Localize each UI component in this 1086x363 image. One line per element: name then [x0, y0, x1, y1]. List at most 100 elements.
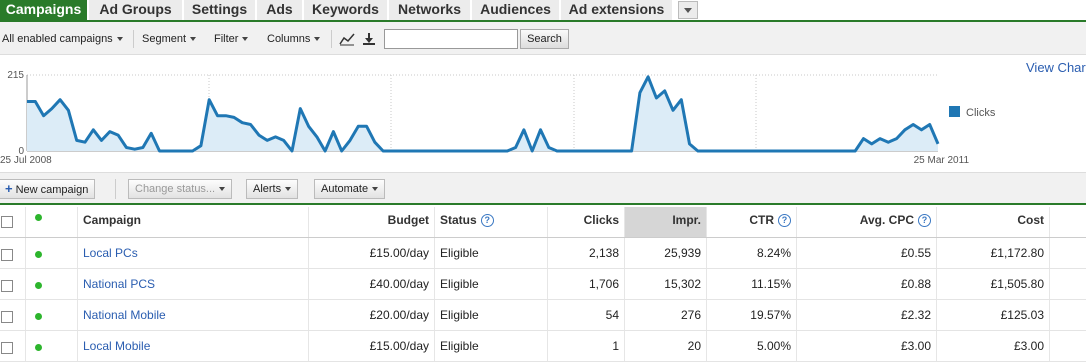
row-checkbox[interactable]: [1, 342, 13, 354]
clicks-series-line: [27, 75, 940, 153]
row-status-cell: [26, 238, 78, 268]
campaign-filter-select[interactable]: All enabled campaigns: [2, 33, 123, 45]
tab-campaigns[interactable]: Campaigns: [0, 0, 88, 20]
more-tabs-dropdown[interactable]: [678, 1, 698, 19]
row-checkbox-cell: [0, 269, 26, 299]
header-ctr-label: CTR: [749, 213, 774, 227]
budget-cell[interactable]: £40.00/day: [309, 269, 435, 299]
row-status-cell: [26, 331, 78, 361]
enabled-dot-icon[interactable]: [35, 344, 42, 351]
tab-networks[interactable]: Networks: [389, 0, 471, 20]
toolbar-divider: [115, 179, 116, 199]
impr-cell: 15,302: [625, 269, 707, 299]
performance-chart: 215 0 25 Jul 2008 25 Mar 2011 View Char Cli…: [0, 56, 1086, 172]
ctr-cell: 8.24%: [707, 238, 797, 268]
alerts-dropdown[interactable]: Alerts: [246, 179, 299, 199]
tab-ad-groups[interactable]: Ad Groups: [89, 0, 183, 20]
ctr-cell: 5.00%: [707, 331, 797, 361]
columns-label: Columns: [267, 33, 311, 45]
header-status-label: Status: [440, 213, 477, 227]
segment-dropdown[interactable]: Segment: [142, 33, 197, 45]
cost-cell: £125.03: [937, 300, 1050, 330]
tab-audiences[interactable]: Audiences: [472, 0, 560, 20]
action-bar: + New campaign Change status... Alerts Au…: [0, 172, 1086, 205]
help-icon[interactable]: ?: [778, 214, 791, 227]
select-all-checkbox[interactable]: [1, 216, 13, 228]
automate-label: Automate: [321, 183, 369, 195]
automate-dropdown[interactable]: Automate: [314, 179, 386, 199]
help-icon[interactable]: ?: [918, 214, 931, 227]
row-status-cell: [26, 300, 78, 330]
filter-dropdown[interactable]: Filter: [214, 33, 249, 45]
enabled-dot-icon[interactable]: [35, 282, 42, 289]
row-checkbox[interactable]: [1, 280, 13, 292]
header-clicks-label: Clicks: [583, 213, 619, 227]
header-avg-cpc[interactable]: Avg. CPC?: [797, 207, 937, 237]
campaign-name-link[interactable]: Local PCs: [78, 238, 309, 268]
chart-toggle-icon[interactable]: [339, 32, 355, 46]
enabled-dot-icon[interactable]: [35, 251, 42, 258]
budget-cell[interactable]: £20.00/day: [309, 300, 435, 330]
chevron-down-icon: [285, 187, 292, 192]
new-campaign-label: New campaign: [15, 184, 89, 196]
impr-cell: 25,939: [625, 238, 707, 268]
new-campaign-button[interactable]: + New campaign: [0, 179, 96, 199]
ctr-cell: 11.15%: [707, 269, 797, 299]
chevron-down-icon: [372, 187, 379, 192]
header-impr[interactable]: Impr.: [625, 207, 707, 237]
tab-settings[interactable]: Settings: [184, 0, 256, 20]
clicks-chart: 215025 Jul 2008 25 Mar 2011: [0, 70, 969, 166]
enabled-dot-icon[interactable]: [35, 313, 42, 320]
cost-cell: £1,172.80: [937, 238, 1050, 268]
header-clicks[interactable]: Clicks: [548, 207, 625, 237]
toolbar-divider: [331, 30, 332, 48]
table-row: Local PCs £15.00/day Eligible 2,138 25,9…: [0, 238, 1086, 269]
columns-dropdown[interactable]: Columns: [267, 33, 321, 45]
campaign-filter-label: All enabled campaigns: [2, 33, 113, 45]
cost-cell: £3.00: [937, 331, 1050, 361]
legend-swatch: [949, 106, 960, 117]
header-campaign[interactable]: Campaign: [78, 207, 309, 237]
search-button[interactable]: Search: [520, 29, 569, 49]
view-chart-link[interactable]: View Char: [1026, 60, 1086, 75]
header-cost-label: Cost: [1017, 213, 1044, 227]
change-status-dropdown[interactable]: Change status...: [128, 179, 232, 199]
campaign-name-link[interactable]: Local Mobile: [78, 331, 309, 361]
header-impr-label: Impr.: [672, 213, 701, 227]
segment-label: Segment: [142, 33, 187, 45]
avg-cpc-cell: £0.55: [797, 238, 937, 268]
budget-cell[interactable]: £15.00/day: [309, 238, 435, 268]
chart-legend: Clicks: [949, 106, 995, 119]
status-cell: Eligible: [435, 238, 548, 268]
clicks-cell: 1: [548, 331, 625, 361]
alerts-label: Alerts: [253, 183, 282, 195]
tab-ads[interactable]: Ads: [257, 0, 303, 20]
campaign-name-link[interactable]: National PCS: [78, 269, 309, 299]
header-ctr[interactable]: CTR?: [707, 207, 797, 237]
search-input[interactable]: [384, 29, 518, 49]
row-checkbox[interactable]: [1, 311, 13, 323]
status-cell: Eligible: [435, 331, 548, 361]
tab-ad-extensions[interactable]: Ad extensions: [561, 0, 673, 20]
row-checkbox[interactable]: [1, 249, 13, 261]
clicks-cell: 1,706: [548, 269, 625, 299]
impr-cell: 20: [625, 331, 707, 361]
tab-keywords[interactable]: Keywords: [304, 0, 388, 20]
x-start-label: 25 Jul 2008: [0, 155, 52, 166]
table-header-row: Campaign Budget Status? Clicks Impr. CTR…: [0, 207, 1086, 238]
clicks-cell: 54: [548, 300, 625, 330]
clicks-series-area: [27, 76, 938, 151]
avg-cpc-cell: £0.88: [797, 269, 937, 299]
header-budget-label: Budget: [387, 213, 429, 227]
header-cost[interactable]: Cost: [937, 207, 1050, 237]
chevron-down-icon: [314, 37, 321, 42]
row-status-cell: [26, 269, 78, 299]
header-status[interactable]: Status?: [435, 207, 548, 237]
campaign-name-link[interactable]: National Mobile: [78, 300, 309, 330]
header-budget[interactable]: Budget: [309, 207, 435, 237]
chevron-down-icon: [242, 37, 249, 42]
download-icon[interactable]: [361, 32, 377, 46]
budget-cell[interactable]: £15.00/day: [309, 331, 435, 361]
help-icon[interactable]: ?: [480, 214, 494, 227]
select-all-cell: [0, 207, 26, 237]
